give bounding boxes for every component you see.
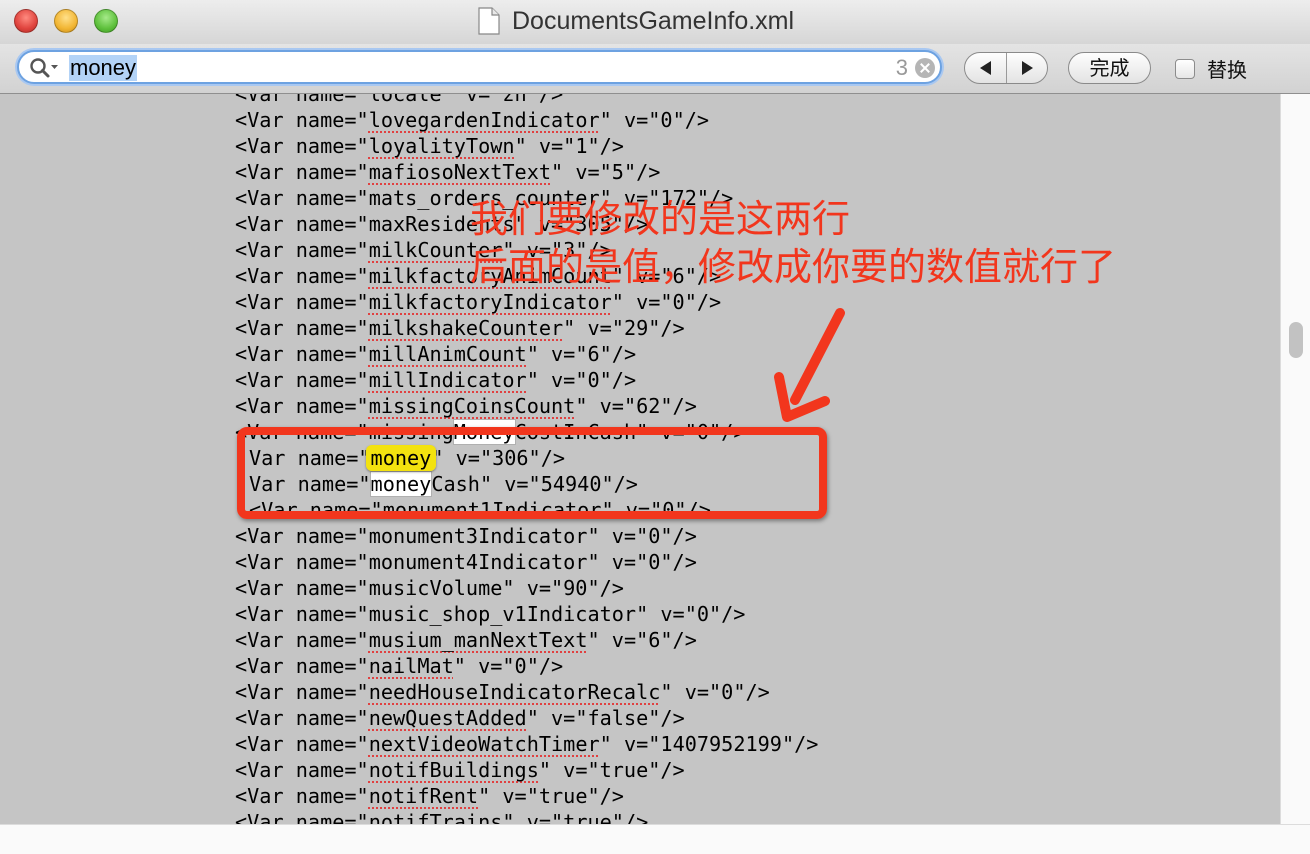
- code-line: <Var name="newQuestAdded" v="false"/>: [235, 706, 685, 730]
- code-token: mafiosoNextText: [368, 160, 552, 184]
- code-line: <Var name="mafiosoNextText" v="5"/>: [235, 160, 661, 184]
- previous-match-button[interactable]: [965, 53, 1007, 83]
- close-window-button[interactable]: [14, 9, 38, 33]
- code-line: <Var name="notifTrains" v="true"/>: [235, 809, 818, 824]
- annotation-arrow-icon: [774, 308, 845, 422]
- find-bar: money 3 完成 替换: [0, 44, 1310, 94]
- code-token: notifTrains: [368, 810, 503, 824]
- window-title: DocumentsGameInfo.xml: [512, 7, 795, 35]
- match-navigation: [964, 52, 1048, 84]
- chevron-right-icon: [1022, 61, 1033, 75]
- code-token: nextVideoWatchTimer: [368, 732, 600, 756]
- code-line: <Var name="milkshakeCounter" v="29"/>: [235, 316, 685, 340]
- code-line: <Var name="milkfactoryIndicator" v="0"/>: [235, 290, 722, 314]
- code-token: notifRent: [368, 784, 479, 808]
- next-match-button[interactable]: [1006, 53, 1047, 83]
- code-token: milkfactoryIndicator: [368, 290, 612, 314]
- code-line: <Var name="nextVideoWatchTimer" v="14079…: [235, 732, 819, 756]
- code-token: nailMat: [368, 654, 454, 678]
- clear-search-icon[interactable]: [915, 58, 935, 78]
- code-line: <Var name="missingCoinsCount" v="62"/>: [235, 394, 697, 418]
- code-line: <Var name="notifBuildings" v="true"/>: [235, 758, 685, 782]
- code-token: millAnimCount: [368, 342, 527, 366]
- match-count: 3: [895, 55, 908, 80]
- search-field[interactable]: money 3: [17, 50, 942, 84]
- code-token: loyalityTown: [368, 134, 515, 158]
- code-line: <Var name="music_shop_v1Indicator" v="0"…: [235, 602, 746, 626]
- code-line: <Var name="musicVolume" v="90"/>: [235, 576, 624, 600]
- chevron-left-icon: [980, 61, 991, 75]
- status-bar: [0, 824, 1310, 854]
- title-bar: DocumentsGameInfo.xml: [0, 0, 1310, 44]
- search-icon[interactable]: [29, 57, 59, 79]
- code-token: lovegardenIndicator: [368, 108, 600, 132]
- annotation-line-2: 后面的是值，修改成你要的数值就行了: [470, 245, 1117, 289]
- replace-checkbox[interactable]: [1175, 59, 1195, 79]
- code-token: musium_manNextText: [368, 628, 588, 652]
- code-line: <Var name="lovegardenIndicator" v="0"/>: [235, 108, 710, 132]
- code-token: notifBuildings: [368, 758, 539, 782]
- code-token: newQuestAdded: [368, 706, 527, 730]
- scroll-thumb[interactable]: [1289, 322, 1303, 358]
- vertical-scrollbar[interactable]: [1280, 94, 1310, 824]
- code-line: <Var name="monument4Indicator" v="0"/>: [235, 550, 697, 574]
- code-line: <Var name="notifRent" v="true"/>: [235, 784, 624, 808]
- annotation-line-1: 我们要修改的是这两行: [470, 197, 851, 241]
- search-input[interactable]: money: [69, 55, 138, 81]
- code-line: <Var name="musium_manNextText" v="6"/>: [235, 628, 697, 652]
- code-line: <Var name="needHouseIndicatorRecalc" v="…: [235, 680, 770, 704]
- code-token: missingCoinsCount: [368, 394, 576, 418]
- replace-label: 替换: [1207, 58, 1247, 82]
- code-token: milkshakeCounter: [368, 316, 564, 340]
- minimize-window-button[interactable]: [54, 9, 78, 33]
- code-line: <Var name="locale" v="zh"/>: [235, 94, 564, 106]
- code-token: needHouseIndicatorRecalc: [368, 680, 661, 704]
- code-token: millIndicator: [368, 368, 527, 392]
- code-line: <Var name="millIndicator" v="0"/>: [235, 368, 637, 392]
- annotation-highlight-box: [237, 427, 827, 519]
- code-line: <Var name="millAnimCount" v="6"/>: [235, 342, 637, 366]
- code-line: <Var name="nailMat" v="0"/>: [235, 654, 564, 678]
- code-line: <Var name="loyalityTown" v="1"/>: [235, 134, 624, 158]
- code-line: <Var name="monument3Indicator" v="0"/>: [235, 524, 697, 548]
- zoom-window-button[interactable]: [94, 9, 118, 33]
- done-button[interactable]: 完成: [1068, 52, 1151, 84]
- document-icon: [478, 7, 500, 35]
